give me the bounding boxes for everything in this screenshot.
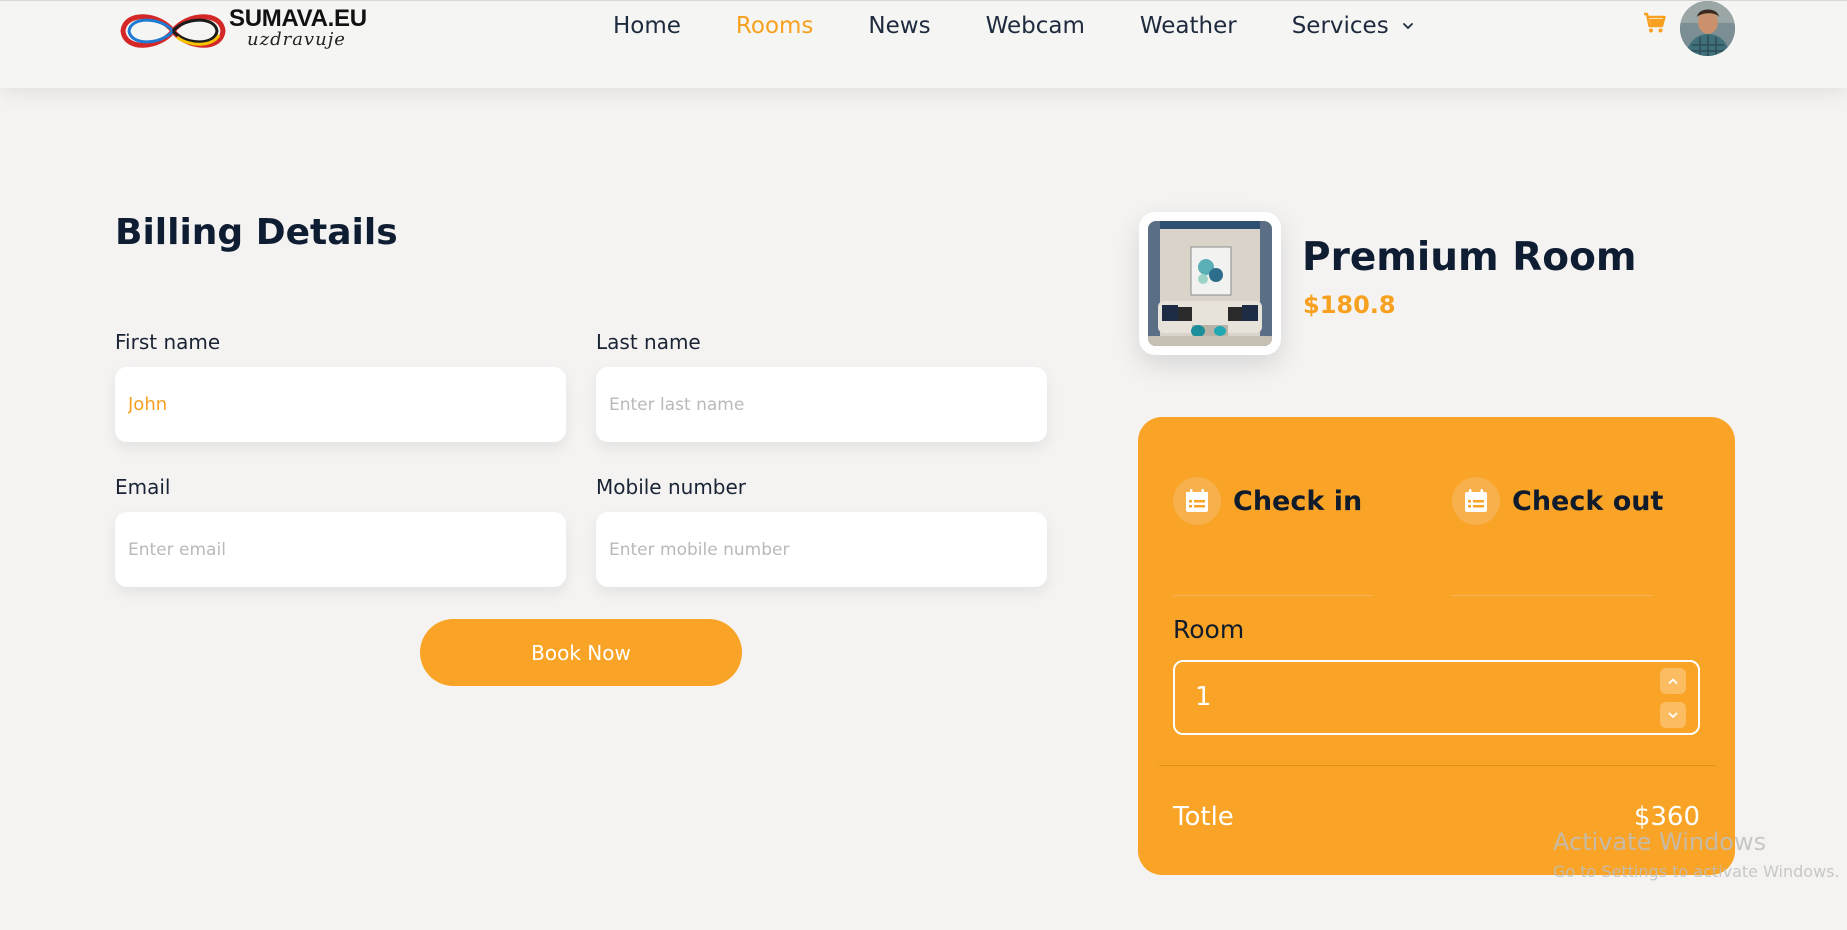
check-out-picker[interactable]: Check out (1452, 477, 1663, 597)
last-name-field[interactable] (596, 367, 1047, 442)
first-name-label: First name (115, 330, 221, 354)
calendar-icon (1173, 477, 1221, 525)
check-out-label: Check out (1512, 486, 1664, 517)
check-in-underline (1173, 595, 1373, 596)
site-logo[interactable]: SUMAVA.EU uzdravuje (117, 3, 377, 55)
mobile-number-field[interactable] (596, 512, 1047, 587)
shopping-cart-icon[interactable] (1643, 12, 1667, 34)
infinity-logo-icon (120, 14, 226, 48)
room-quantity-value: 1 (1195, 682, 1212, 712)
room-quantity-stepper[interactable]: 1 (1173, 660, 1700, 735)
nav-item-label: Rooms (735, 13, 814, 39)
watermark-title: Activate Windows (1553, 828, 1767, 856)
nav-item-weather[interactable]: Weather (1140, 13, 1237, 39)
room-thumbnail (1139, 212, 1281, 355)
nav-item-label: Webcam (985, 13, 1085, 39)
nav-item-label: Weather (1139, 13, 1237, 39)
room-name: Premium Room (1302, 235, 1637, 280)
room-count-label: Room (1173, 615, 1245, 644)
brand-tagline: uzdravuje (247, 29, 346, 50)
mobile-number-label: Mobile number (596, 475, 747, 499)
chevron-down-icon (1402, 23, 1413, 29)
check-in-label: Check in (1233, 486, 1363, 517)
divider (1159, 765, 1715, 766)
check-in-picker[interactable]: Check in (1173, 477, 1373, 597)
nav-item-news[interactable]: News (868, 13, 930, 39)
calendar-icon (1452, 477, 1500, 525)
room-photo-icon (1148, 221, 1272, 346)
windows-activation-watermark: Activate Windows Go to Settings to activ… (1553, 828, 1840, 881)
nav-item-services[interactable]: Services (1292, 13, 1415, 39)
check-out-underline (1452, 595, 1652, 596)
email-label: Email (115, 475, 171, 499)
main-nav: Home Rooms News Webcam Weather Services (613, 13, 1470, 39)
user-avatar[interactable] (1680, 1, 1735, 56)
user-photo-icon (1680, 1, 1735, 56)
booking-panel: Check in Check out Room 1 Totle $360 (1138, 417, 1735, 875)
nav-item-rooms[interactable]: Rooms (736, 13, 813, 39)
nav-item-webcam[interactable]: Webcam (986, 13, 1085, 39)
billing-title: Billing Details (115, 212, 398, 253)
last-name-label: Last name (596, 330, 701, 354)
nav-item-home[interactable]: Home (613, 13, 681, 39)
nav-item-label: Services (1291, 13, 1389, 39)
book-now-button[interactable]: Book Now (420, 619, 742, 686)
first-name-field[interactable] (115, 367, 566, 442)
increment-button[interactable] (1660, 668, 1686, 694)
site-header: SUMAVA.EU uzdravuje Home Rooms News Webc… (0, 0, 1847, 88)
email-field[interactable] (115, 512, 566, 587)
room-price: $180.8 (1303, 291, 1396, 319)
decrement-button[interactable] (1660, 702, 1686, 728)
nav-item-label: News (868, 13, 931, 39)
chevron-down-icon (1668, 712, 1678, 718)
total-label: Totle (1173, 802, 1234, 832)
chevron-up-icon (1668, 678, 1678, 684)
watermark-subtitle: Go to Settings to activate Windows. (1553, 862, 1840, 881)
nav-item-label: Home (613, 13, 681, 39)
